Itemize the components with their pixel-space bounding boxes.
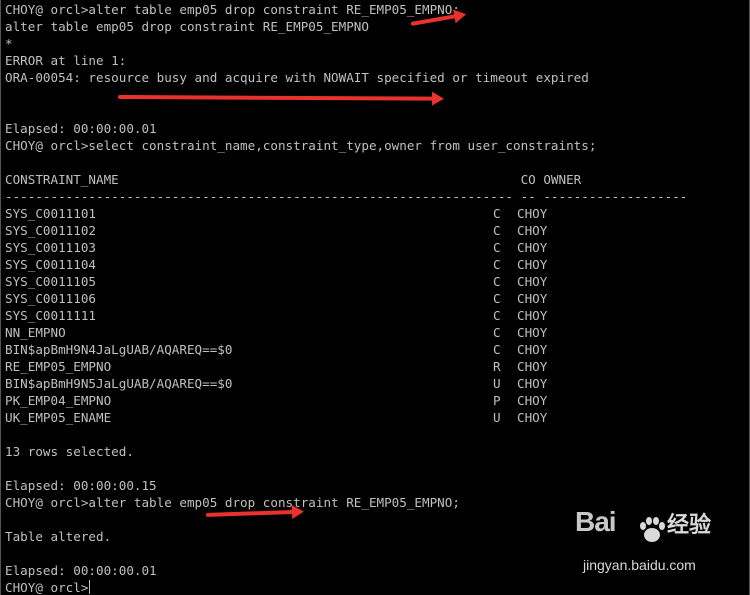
command-prompt-line[interactable]: CHOY@ orcl> [5,579,749,595]
output-line: ----------------------------------------… [5,189,688,204]
paw-icon [640,517,665,542]
constraint-type-cell: C [493,206,501,221]
constraint-type-cell: C [493,274,501,289]
owner-cell: CHOY [517,393,548,408]
baidu-jingyan-watermark: Bai 经验 jingyan.baidu.com [575,506,715,581]
constraint-name-cell: SYS_C0011105 [5,274,96,289]
output-line: CONSTRAINT_NAME CO OWNER [5,172,582,187]
constraint-type-cell: U [493,410,501,425]
constraint-type-cell: P [493,393,501,408]
watermark-url: jingyan.baidu.com [583,557,696,573]
constraint-name-cell: SYS_C0011101 [5,206,96,221]
table-row: UK_EMP05_ENAME U CHOY [5,409,749,426]
constraint-name-cell: SYS_C0011102 [5,223,96,238]
owner-cell: CHOY [517,274,548,289]
constraint-type-cell: C [493,291,501,306]
table-row: PK_EMP04_EMPNO P CHOY [5,392,749,409]
constraint-type-cell: C [493,257,501,272]
constraint-type-cell: R [493,359,501,374]
owner-cell: CHOY [517,240,548,255]
constraint-type-cell: U [493,376,501,391]
table-row: BIN$apBmH9N4JaLgUAB/AQAREQ==$0 C CHOY [5,341,749,358]
table-row: SYS_C0011103 C CHOY [5,239,749,256]
table-row: BIN$apBmH9N5JaLgUAB/AQAREQ==$0 U CHOY [5,375,749,392]
owner-cell: CHOY [517,291,548,306]
constraint-name-cell: UK_EMP05_ENAME [5,410,112,425]
owner-cell: CHOY [517,325,548,340]
constraint-type-cell: C [493,240,501,255]
output-line: CHOY@ orcl>select constraint_name,constr… [5,138,597,153]
text-cursor [89,580,91,594]
constraint-name-cell: SYS_C0011103 [5,240,96,255]
output-line: * [5,36,13,51]
output-line: CHOY@ orcl>alter table emp05 drop constr… [5,2,460,17]
table-row: SYS_C0011102 C CHOY [5,222,749,239]
constraint-name-cell: BIN$apBmH9N5JaLgUAB/AQAREQ==$0 [5,376,233,391]
output-line: CHOY@ orcl>alter table emp05 drop constr… [5,495,460,510]
output-line: ERROR at line 1: [5,53,127,68]
table-row: SYS_C0011111 C CHOY [5,307,749,324]
constraint-type-cell: C [493,325,501,340]
terminal-output-top: CHOY@ orcl>alter table emp05 drop constr… [5,1,749,205]
output-line: Elapsed: 00:00:00.15 [5,478,157,493]
constraint-name-cell: SYS_C0011104 [5,257,96,272]
constraint-name-cell: PK_EMP04_EMPNO [5,393,112,408]
output-line: Elapsed: 00:00:00.01 [5,121,157,136]
output-line: alter table emp05 drop constraint RE_EMP… [5,19,369,34]
constraints-result-table: SYS_C0011101 C CHOY SYS_C0011102 C CHOY SYS_C0… [5,205,749,426]
table-row: SYS_C0011101 C CHOY [5,205,749,222]
table-row: NN_EMPNO C CHOY [5,324,749,341]
owner-cell: CHOY [517,206,548,221]
owner-cell: CHOY [517,257,548,272]
table-row: RE_EMP05_EMPNO R CHOY [5,358,749,375]
output-line: ORA-00054: resource busy and acquire wit… [5,70,589,85]
table-row: SYS_C0011105 C CHOY [5,273,749,290]
constraint-name-cell: SYS_C0011111 [5,308,96,323]
owner-cell: CHOY [517,359,548,374]
output-line: 13 rows selected. [5,444,134,459]
terminal-window[interactable]: CHOY@ orcl> alter table emp05 drop constr… [0,0,750,595]
prompt-text: CHOY@ orcl> [5,580,89,595]
constraint-name-cell: RE_EMP05_EMPNO [5,359,112,374]
table-row: SYS_C0011106 C CHOY [5,290,749,307]
table-row: SYS_C0011104 C CHOY [5,256,749,273]
constraint-type-cell: C [493,342,501,357]
constraint-type-cell: C [493,308,501,323]
owner-cell: CHOY [517,376,548,391]
owner-cell: CHOY [517,308,548,323]
owner-cell: CHOY [517,410,548,425]
constraint-name-cell: SYS_C0011106 [5,291,96,306]
watermark-logo-text: Bai [575,506,617,537]
constraint-name-cell: BIN$apBmH9N4JaLgUAB/AQAREQ==$0 [5,342,233,357]
owner-cell: CHOY [517,342,548,357]
constraint-type-cell: C [493,223,501,238]
watermark-cn-text: 经验 [667,513,712,538]
owner-cell: CHOY [517,223,548,238]
constraint-name-cell: NN_EMPNO [5,325,66,340]
